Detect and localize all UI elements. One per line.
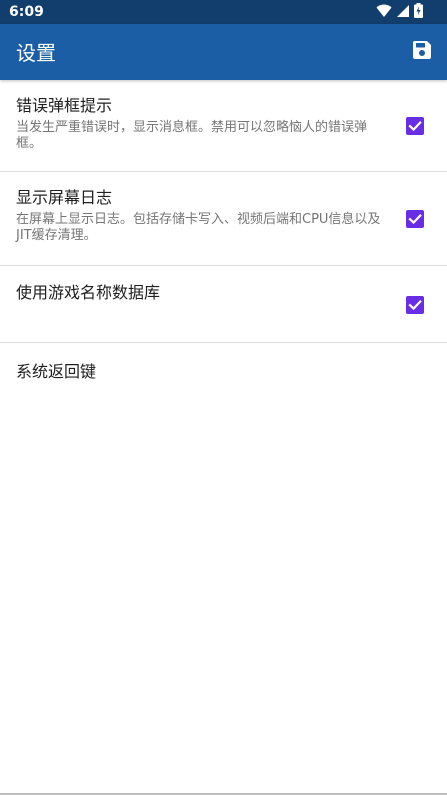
checkmark-icon [408, 121, 422, 132]
save-icon [412, 40, 432, 64]
setting-error-popup[interactable]: 错误弹框提示 当发生严重错误时，显示消息框。禁用可以忽略恼人的错误弹框。 [0, 80, 447, 172]
checkmark-icon [408, 300, 422, 311]
checkmark-icon [408, 214, 422, 225]
setting-title: 错误弹框提示 [16, 96, 113, 115]
wifi-icon [376, 3, 392, 22]
page-title: 设置 [16, 41, 56, 65]
setting-show-screen-log[interactable]: 显示屏幕日志 在屏幕上显示日志。包括存储卡写入、视频后端和CPU信息以及JIT缓… [0, 172, 447, 266]
error-popup-checkbox[interactable] [406, 117, 424, 135]
settings-list: 错误弹框提示 当发生严重错误时，显示消息框。禁用可以忽略恼人的错误弹框。 显示屏… [0, 80, 447, 401]
setting-summary: 在屏幕上显示日志。包括存储卡写入、视频后端和CPU信息以及JIT缓存清理。 [16, 212, 381, 243]
setting-title: 系统返回键 [16, 362, 97, 381]
setting-game-name-database[interactable]: 使用游戏名称数据库 [0, 266, 447, 343]
app-bar: 设置 [0, 24, 447, 80]
setting-summary: 当发生严重错误时，显示消息框。禁用可以忽略恼人的错误弹框。 [16, 120, 368, 151]
show-screen-log-checkbox[interactable] [406, 210, 424, 228]
signal-icon [396, 3, 410, 22]
game-name-database-checkbox[interactable] [406, 296, 424, 314]
battery-charging-icon [414, 2, 423, 22]
status-time: 6:09 [9, 4, 44, 20]
status-icons [376, 2, 423, 22]
setting-title: 使用游戏名称数据库 [16, 283, 161, 302]
setting-title: 显示屏幕日志 [16, 188, 113, 207]
setting-system-back-key[interactable]: 系统返回键 [0, 343, 447, 401]
save-button[interactable] [409, 39, 435, 65]
status-bar: 6:09 [0, 0, 447, 24]
